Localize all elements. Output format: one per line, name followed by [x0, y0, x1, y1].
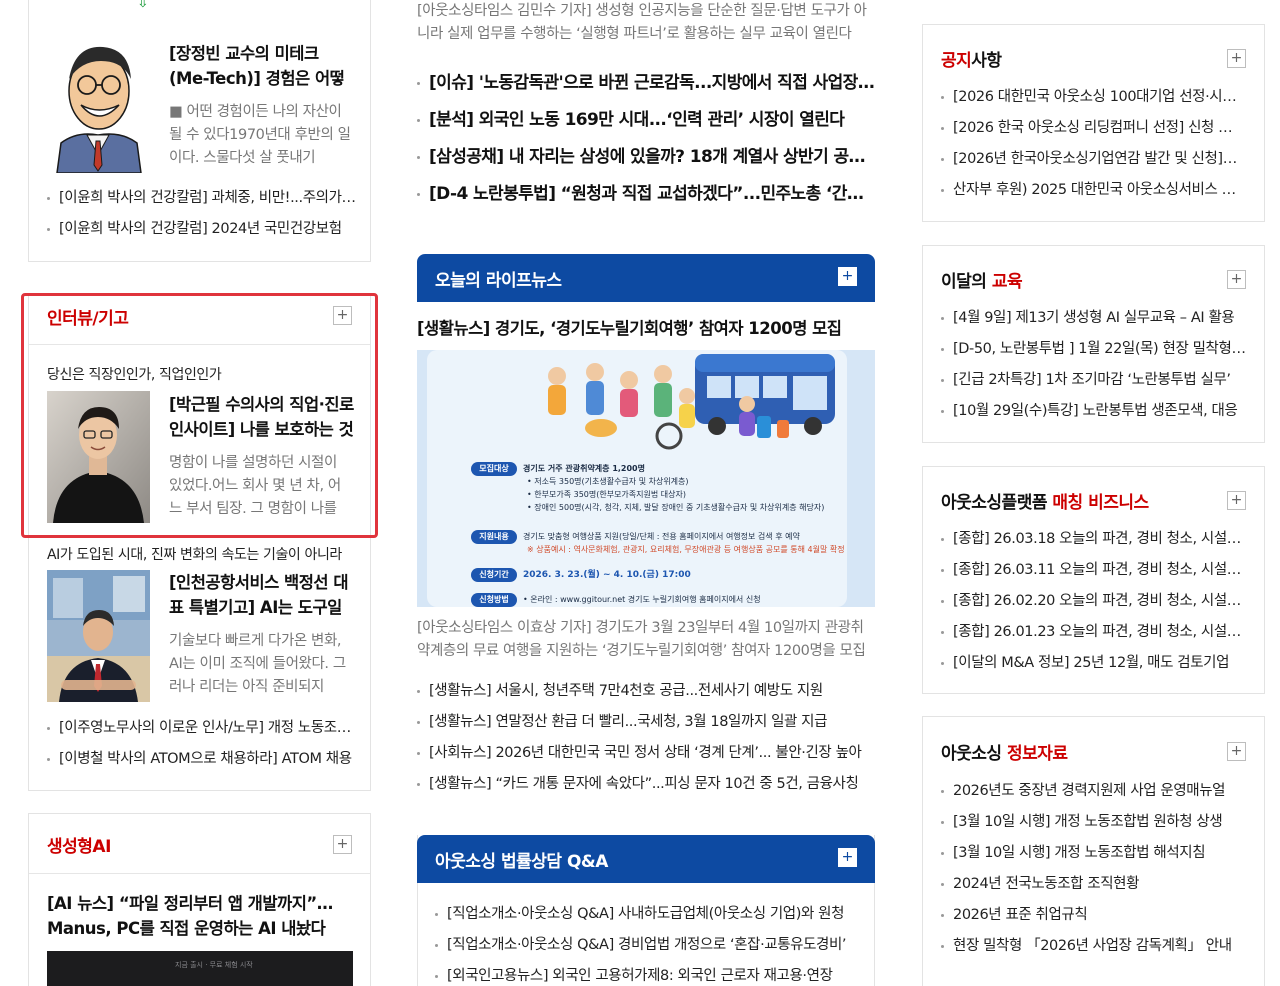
list-item[interactable]: [종합] 26.03.11 오늘의 파견, 경비 청소, 시설관리: [941, 559, 1245, 590]
list-item[interactable]: [2026년 한국아웃소싱기업연감 발간 및 신청] 안내: [941, 148, 1241, 179]
life-poster-image[interactable]: 모집대상 경기도 거주 관광취약계층 1,200명 • 저소득 350명(기초생…: [417, 350, 875, 607]
list-item[interactable]: [생활뉴스] 서울시, 청년주택 7만4천호 공급...전세사기 예방도 지원: [417, 680, 875, 711]
list-item[interactable]: [종합] 26.01.23 오늘의 파견, 경비 청소, 시설관리: [941, 621, 1245, 652]
down-arrow-icon: ⇩: [137, 0, 149, 11]
edu-box: 이달의 교육 + [4월 9일] 제13기 생성형 AI 실무교육 – AI 활…: [922, 245, 1265, 443]
poster-row: 신청기간 2026. 3. 23.(월) ~ 4. 10.(금) 17:00: [479, 570, 691, 580]
platform-box: 아웃소싱플랫폼 매칭 비즈니스 + [종합] 26.03.18 오늘의 파견, …: [922, 466, 1265, 694]
legal-qa-list: [직업소개소·아웃소싱 Q&A] 사내하도급업체(아웃소싱 기업)와 원청 [직…: [435, 903, 860, 986]
center-top-summary[interactable]: [아웃소싱타임스 김민수 기자] 생성형 인공지능을 단순한 질문·답변 도구가…: [417, 0, 875, 46]
poster-row: 지원내용 경기도 맞춤형 여행상품 지원(당일/단체 : 전용 홈페이지에서 여…: [479, 532, 845, 554]
list-item[interactable]: [이병철 박사의 ATOM으로 채용하라] ATOM 채용: [47, 748, 357, 779]
center-headline-list: [이슈] '노동감독관'으로 바뀐 근로감독...지방에서 직접 사업장 감독 …: [417, 68, 875, 216]
interview-box: 인터뷰/기고 + 당신은 직장인인가, 직업인인가 [박근필 수의사의 직업·진…: [28, 293, 371, 791]
interview-lead2-title[interactable]: [인천공항서비스 백정선 대표 특별기고] AI는 도구일 뿐: [169, 570, 355, 620]
left-top-list: [이윤희 박사의 건강칼럼] 과체중, 비만!...주의가 필요합니다 [이윤희…: [47, 187, 357, 249]
list-item[interactable]: [3월 10일 시행] 개정 노동조합법 원하청 상생: [941, 811, 1245, 842]
list-item[interactable]: 산자부 후원) 2025 대한민국 아웃소싱서비스 대상: [941, 179, 1241, 210]
top-lead-summary[interactable]: ■ 어떤 경험이든 나의 자산이 될 수 있다1970년대 후반의 일이다. 스…: [169, 101, 353, 170]
poster-row: 모집대상 경기도 거주 관광취약계층 1,200명 • 저소득 350명(기초생…: [479, 464, 825, 512]
interview-kicker[interactable]: 당신은 직장인인가, 직업인인가: [47, 364, 357, 384]
list-item[interactable]: [2026 한국 아웃소싱 리딩컴퍼니 선정] 신청 안내: [941, 117, 1241, 148]
list-item[interactable]: [생활뉴스] “카드 개통 문자에 속았다”...피싱 문자 10건 중 5건,…: [417, 773, 875, 804]
interview-lead-title[interactable]: [박근필 수의사의 직업·진로 인사이트] 나를 보호하는 것은: [169, 392, 355, 442]
more-info-button[interactable]: +: [1227, 742, 1246, 761]
more-interview-button[interactable]: +: [333, 306, 352, 325]
divider: [29, 344, 370, 345]
platform-list: [종합] 26.03.18 오늘의 파견, 경비 청소, 시설관리 [종합] 2…: [941, 528, 1245, 683]
top-lead-thumbnail[interactable]: [47, 39, 150, 173]
life-headline[interactable]: [생활뉴스] 경기도, ‘경기도누릴기회여행’ 참여자 1200명 모집: [417, 315, 875, 339]
interview-list: [이주영노무사의 이로운 인사/노무] 개정 노동조합법 [이병철 박사의 AT…: [47, 717, 357, 779]
divider: [29, 873, 370, 874]
interview-lead2-thumbnail[interactable]: [47, 570, 150, 702]
list-item[interactable]: [사회뉴스] 2026년 대한민국 국민 정서 상태 ‘경계 단계’... 불안…: [417, 742, 875, 773]
list-item[interactable]: [직업소개소·아웃소싱 Q&A] 경비업법 개정으로 ‘혼잡·교통유도경비’: [435, 934, 860, 965]
more-platform-button[interactable]: +: [1227, 491, 1246, 510]
section-title-platform[interactable]: 아웃소싱플랫폼 매칭 비즈니스: [941, 488, 1149, 513]
poster-row: 신청방법 • 온라인 : www.ggitour.net 경기도 누릴기회여행 …: [479, 595, 761, 604]
legal-qa-bar: 아웃소싱 법률상담 Q&A +: [417, 835, 875, 883]
list-item[interactable]: [4월 9일] 제13기 생성형 AI 실무교육 – AI 활용: [941, 307, 1247, 338]
notice-box: 공지사항 + [2026 대한민국 아웃소싱 100대기업 선정·시상식] 안내…: [922, 24, 1265, 222]
interview-lead-summary[interactable]: 명함이 나를 설명하던 시절이 있었다.어느 회사 몇 년 차, 어느 부서 팀…: [169, 452, 353, 521]
headline-item[interactable]: [D-4 노란봉투법] “원청과 직접 교섭하겠다”...민주노총 ‘간접고용’…: [417, 179, 875, 216]
section-title-interview[interactable]: 인터뷰/기고: [47, 304, 129, 329]
list-item[interactable]: 2024년 전국노동조합 조직현황: [941, 873, 1245, 904]
info-box: 아웃소싱 정보자료 + 2026년도 중장년 경력지원제 사업 운영매뉴얼 [3…: [922, 716, 1265, 986]
more-notice-button[interactable]: +: [1227, 49, 1246, 68]
genai-thumbnail[interactable]: 지금 출시 · 무료 체험 시작: [47, 951, 353, 986]
legal-qa-title[interactable]: 아웃소싱 법률상담 Q&A: [435, 847, 608, 872]
life-summary[interactable]: [아웃소싱타임스 이효상 기자] 경기도가 3월 23일부터 4월 10일까지 …: [417, 617, 875, 663]
list-item[interactable]: [이달의 M&A 정보] 25년 12월, 매도 검토기업: [941, 652, 1245, 683]
info-list: 2026년도 중장년 경력지원제 사업 운영매뉴얼 [3월 10일 시행] 개정…: [941, 780, 1245, 966]
list-item[interactable]: [생활뉴스] 연말정산 환급 더 빨리...국세청, 3월 18일까지 일괄 지…: [417, 711, 875, 742]
list-item[interactable]: [직업소개소·아웃소싱 Q&A] 사내하도급업체(아웃소싱 기업)와 원청: [435, 903, 860, 934]
list-item[interactable]: 현장 밀착형 「2026년 사업장 감독계획」 안내: [941, 935, 1245, 966]
interview-lead-thumbnail[interactable]: [47, 391, 150, 523]
list-item[interactable]: [이윤희 박사의 건강칼럼] 2024년 국민건강보험: [47, 218, 357, 249]
life-news-bar: 오늘의 라이프뉴스 +: [417, 254, 875, 302]
genai-lead-title[interactable]: [AI 뉴스] “파일 정리부터 앱 개발까지”… Manus, PC를 직접 …: [47, 891, 347, 941]
top-lead-title[interactable]: [장정빈 교수의 미테크(Me-Tech)] 경험은 어떻게 지렛대가 되는가: [169, 41, 355, 91]
more-legal-qa-button[interactable]: +: [838, 848, 857, 867]
list-item[interactable]: [종합] 26.03.18 오늘의 파견, 경비 청소, 시설관리: [941, 528, 1245, 559]
headline-item[interactable]: [이슈] '노동감독관'으로 바뀐 근로감독...지방에서 직접 사업장 감독: [417, 68, 875, 105]
list-item[interactable]: 2026년도 중장년 경력지원제 사업 운영매뉴얼: [941, 780, 1245, 811]
headline-item[interactable]: [삼성공채] 내 자리는 삼성에 있을까? 18개 계열사 상반기 공채 시작: [417, 142, 875, 179]
section-title-notice[interactable]: 공지사항: [941, 46, 1002, 71]
list-item[interactable]: 2026년 표준 취업규칙: [941, 904, 1245, 935]
list-item[interactable]: [10월 29일(수)특강] 노란봉투법 생존모색, 대응: [941, 400, 1247, 431]
life-news-title[interactable]: 오늘의 라이프뉴스: [435, 266, 562, 291]
list-item[interactable]: [종합] 26.02.20 오늘의 파견, 경비 청소, 시설관리: [941, 590, 1245, 621]
section-title-info[interactable]: 아웃소싱 정보자료: [941, 739, 1068, 764]
list-item[interactable]: [이주영노무사의 이로운 인사/노무] 개정 노동조합법: [47, 717, 357, 748]
edu-list: [4월 9일] 제13기 생성형 AI 실무교육 – AI 활용 [D-50, …: [941, 307, 1247, 431]
left-top-box: ⇩ [장정빈 교수의 미테크(Me-Tech)] 경험은 어떻게 지렛대가 되는…: [28, 0, 371, 262]
notice-list: [2026 대한민국 아웃소싱 100대기업 선정·시상식] 안내 [2026 …: [941, 86, 1241, 210]
list-item[interactable]: [이윤희 박사의 건강칼럼] 과체중, 비만!...주의가 필요합니다: [47, 187, 357, 218]
list-item[interactable]: [3월 10일 시행] 개정 노동조합법 해석지침: [941, 842, 1245, 873]
list-item[interactable]: [외국인고용뉴스] 외국인 고용허가제8: 외국인 근로자 재고용·연장: [435, 965, 860, 986]
section-title-edu[interactable]: 이달의 교육: [941, 267, 1023, 292]
more-edu-button[interactable]: +: [1227, 270, 1246, 289]
headline-item[interactable]: [분석] 외국인 노동 169만 시대...‘인력 관리’ 시장이 열린다: [417, 105, 875, 142]
interview-kicker-2[interactable]: AI가 도입된 시대, 진짜 변화의 속도는 기술이 아니라: [47, 544, 357, 564]
list-item[interactable]: [긴급 2차특강] 1차 조기마감 ‘노란봉투법 실무’: [941, 369, 1247, 400]
interview-lead2-summary[interactable]: 기술보다 빠르게 다가온 변화, AI는 이미 조직에 들어왔다. 그러나 리더…: [169, 630, 353, 699]
list-item[interactable]: [D-50, 노란봉투법 ] 1월 22일(목) 현장 밀착형 교육: [941, 338, 1247, 369]
list-item[interactable]: [2026 대한민국 아웃소싱 100대기업 선정·시상식] 안내: [941, 86, 1241, 117]
more-genai-button[interactable]: +: [333, 835, 352, 854]
genai-box: 생성형AI + [AI 뉴스] “파일 정리부터 앱 개발까지”… Manus,…: [28, 813, 371, 986]
genai-thumbnail-text: 지금 출시 · 무료 체험 시작: [175, 961, 253, 969]
section-title-genai[interactable]: 생성형AI: [47, 832, 111, 857]
life-news-list: [생활뉴스] 서울시, 청년주택 7만4천호 공급...전세사기 예방도 지원 …: [417, 680, 875, 804]
more-life-news-button[interactable]: +: [838, 267, 857, 286]
